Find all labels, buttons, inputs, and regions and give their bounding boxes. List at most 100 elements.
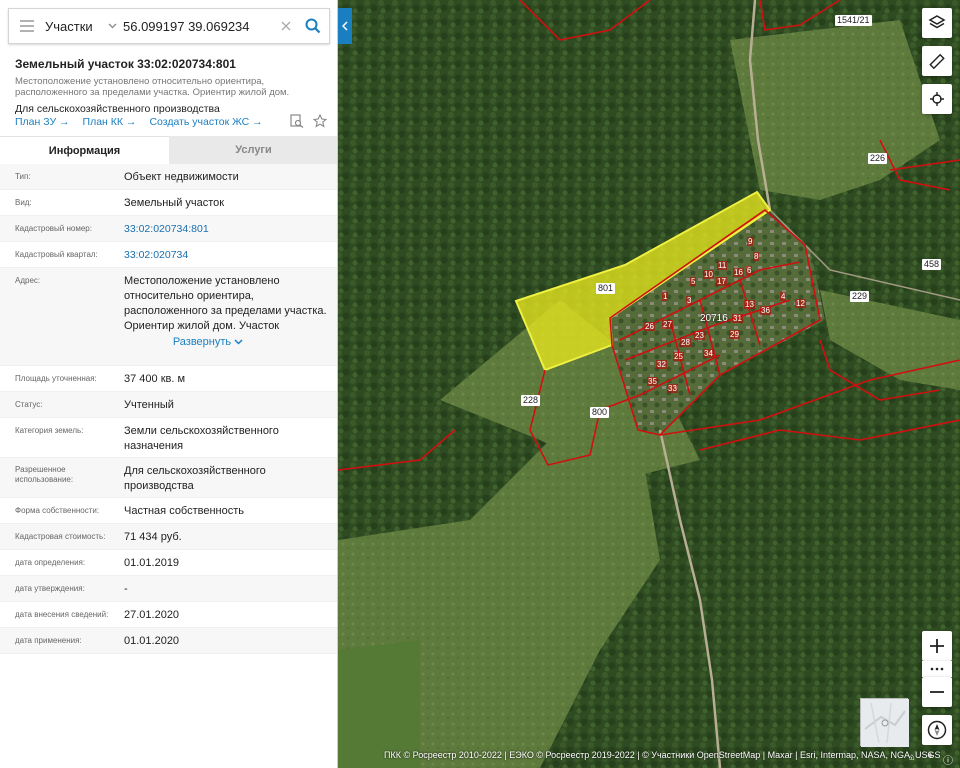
- plot-number: 6: [746, 266, 753, 275]
- table-row: дата внесения сведений: 27.01.2020: [0, 602, 337, 628]
- parcel-use: Для сельскохозяйственного производства: [15, 103, 220, 115]
- parcel-actions: [290, 114, 327, 128]
- ruler-button[interactable]: [922, 46, 952, 76]
- compass-icon: [927, 720, 947, 740]
- row-label: Статус:: [15, 400, 43, 409]
- hamburger-icon: [20, 20, 34, 32]
- row-label: дата определения:: [15, 558, 86, 567]
- plan-zu-link[interactable]: План ЗУ →: [15, 116, 70, 128]
- plot-number: 11: [717, 261, 728, 270]
- row-label: Категория земель:: [15, 426, 84, 435]
- row-value: Земли сельскохозяйственного назначения: [124, 425, 279, 452]
- star-icon[interactable]: [313, 114, 327, 128]
- plot-number: 33: [667, 384, 678, 393]
- create-parcel-link[interactable]: Создать участок ЖС →: [149, 116, 262, 128]
- parcel-title: Земельный участок 33:02:020734:801: [15, 57, 236, 71]
- row-value: 27.01.2020: [124, 609, 180, 621]
- plot-number: 32: [656, 360, 667, 369]
- clear-search-button[interactable]: [275, 9, 297, 43]
- address-value: Местоположение установлено относительно …: [110, 274, 337, 350]
- row-label: Форма собственности:: [15, 506, 100, 515]
- plot-number: 23: [694, 331, 705, 340]
- tab-services[interactable]: Услуги: [169, 136, 337, 164]
- table-row: Статус: Учтенный: [0, 392, 337, 418]
- search-doc-icon[interactable]: [290, 114, 304, 128]
- table-row: Категория земель: Земли сельскохозяйстве…: [0, 418, 337, 458]
- cadastral-number-link[interactable]: 33:02:020734:801: [110, 222, 337, 237]
- parcel-header: Земельный участок 33:02:020734:801 Место…: [15, 57, 325, 115]
- property-table: Тип: Объект недвижимости Вид: Земельный …: [0, 164, 337, 654]
- info-icon[interactable]: ⓘ: [943, 752, 953, 767]
- minimap[interactable]: [860, 698, 909, 747]
- row-label: Адрес:: [15, 276, 41, 285]
- plot-number: 4: [780, 292, 787, 301]
- dots-icon: [930, 667, 944, 671]
- table-row: Тип: Объект недвижимости: [0, 164, 337, 190]
- table-row: Адрес: Местоположение установлено относи…: [0, 268, 337, 366]
- chevron-left-icon: [342, 21, 348, 31]
- row-value: Объект недвижимости: [124, 171, 239, 183]
- row-value: 71 434 руб.: [124, 531, 182, 543]
- layer-select[interactable]: Участки: [45, 19, 123, 34]
- expand-address-button[interactable]: Развернуть: [124, 335, 328, 350]
- plot-number: 27: [662, 320, 673, 329]
- compass-button[interactable]: [922, 715, 952, 745]
- collapse-panel-button[interactable]: [338, 8, 352, 44]
- map-label-801: 801: [596, 283, 616, 294]
- row-value: Учтенный: [124, 399, 174, 411]
- zoom-more-button[interactable]: [922, 661, 952, 677]
- zoom-out-button[interactable]: [922, 677, 952, 707]
- plot-number: 12: [795, 299, 806, 308]
- table-row: Кадастровый квартал: 33:02:020734: [0, 242, 337, 268]
- map-attribution: ПКК © Росреестр 2010-2022 | ЕЭКО © Росре…: [384, 750, 941, 760]
- chevron-down-icon: [108, 23, 117, 29]
- minus-icon: [930, 691, 944, 693]
- table-row: Форма собственности: Частная собственнос…: [0, 498, 337, 524]
- close-icon: [281, 21, 291, 31]
- layer-select-value: Участки: [45, 18, 93, 34]
- plot-number: 5: [690, 277, 697, 286]
- plot-number: 16: [733, 268, 744, 277]
- plot-number: 28: [680, 338, 691, 347]
- plot-number: 13: [744, 300, 755, 309]
- search-input[interactable]: [123, 18, 275, 34]
- plot-number: 17: [716, 277, 727, 286]
- row-label: Тип:: [15, 172, 31, 181]
- plot-number: 3: [686, 296, 693, 305]
- row-value: -: [124, 583, 128, 595]
- info-panel: Участки Земельный участок 33:02:020734:8…: [0, 0, 338, 768]
- table-row: дата определения: 01.01.2019: [0, 550, 337, 576]
- cadastral-quarter-link[interactable]: 33:02:020734: [110, 248, 337, 263]
- row-value: 01.01.2019: [124, 557, 180, 569]
- row-value: 01.01.2020: [124, 635, 180, 647]
- address-text: Местоположение установлено относительно …: [124, 275, 327, 332]
- locate-button[interactable]: [922, 84, 952, 114]
- row-label: Вид:: [15, 198, 32, 207]
- search-button[interactable]: [297, 9, 329, 43]
- plot-number: 35: [647, 377, 658, 386]
- plot-number: 29: [729, 330, 740, 339]
- zoom-in-button[interactable]: [922, 631, 952, 661]
- map-label-226: 226: [868, 153, 888, 164]
- minimap-graphic: [861, 699, 909, 747]
- table-row: дата применения: 01.01.2020: [0, 628, 337, 654]
- row-value: 37 400 кв. м: [124, 373, 186, 385]
- expand-address-label: Развернуть: [172, 336, 232, 348]
- plot-number: 1: [662, 292, 669, 301]
- plan-kk-link[interactable]: План КК →: [83, 116, 137, 128]
- menu-button[interactable]: [9, 9, 45, 43]
- row-label: дата внесения сведений:: [15, 610, 109, 619]
- table-row: Разрешенное использование: Для сельскохо…: [0, 458, 337, 498]
- map-label-1541: 1541/21: [835, 15, 872, 26]
- plot-number: 25: [673, 352, 684, 361]
- row-label: Кадастровый квартал:: [15, 250, 98, 259]
- row-value: Для сельскохозяйственного производства: [124, 465, 266, 492]
- row-label: дата утверждения:: [15, 584, 85, 593]
- table-row: Кадастровая стоимость: 71 434 руб.: [0, 524, 337, 550]
- layers-button[interactable]: [922, 8, 952, 38]
- row-label: Кадастровый номер:: [15, 224, 92, 233]
- tab-info[interactable]: Информация: [0, 136, 169, 164]
- search-icon: [305, 18, 321, 34]
- plot-number: 9: [747, 237, 754, 246]
- map-label-458: 458: [922, 259, 942, 270]
